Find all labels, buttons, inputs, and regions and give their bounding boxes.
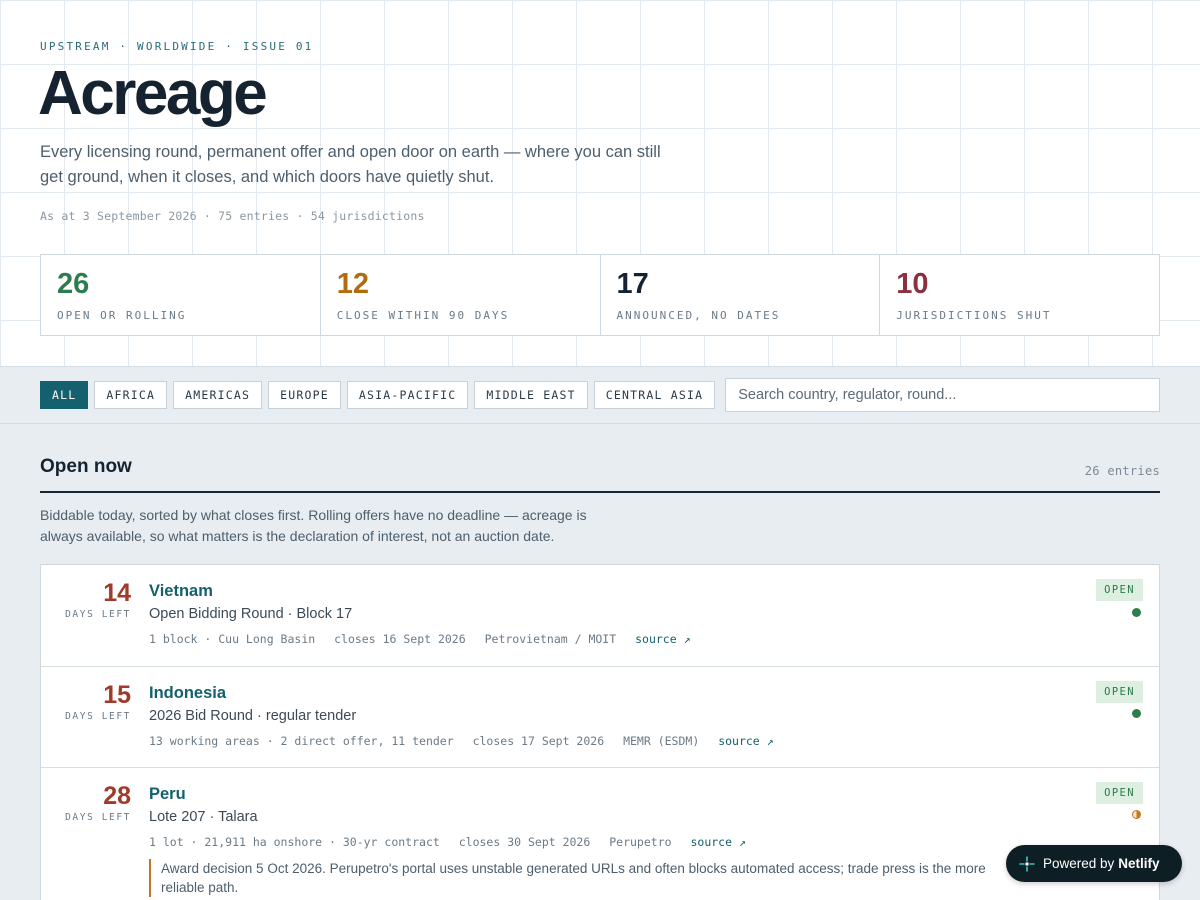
netlify-badge[interactable]: Powered by Netlify: [1006, 845, 1182, 882]
page-lede: Every licensing round, permanent offer a…: [40, 143, 661, 186]
status-dot-icon: [1132, 608, 1141, 617]
status-badge: OPEN: [1096, 782, 1143, 804]
filter-chip-middle-east[interactable]: MIDDLE EAST: [474, 381, 588, 409]
filter-chip-asia-pacific[interactable]: ASIA-PACIFIC: [346, 381, 469, 409]
entry-meta: 1 lot · 21,911 ha onshore · 30-yr contra…: [149, 835, 1143, 849]
days-unit: DAYS LEFT: [65, 609, 131, 620]
entry-body: Indonesia 2026 Bid Round · regular tende…: [149, 682, 1143, 748]
entry-round: Open Bidding Round · Block 17: [149, 606, 353, 622]
netlify-prefix: Powered by: [1043, 856, 1115, 871]
stat-announced: 17 ANNOUNCED, NO DATES: [601, 255, 881, 335]
days-left: 15 DAYS LEFT: [41, 681, 131, 722]
page-title: Acreage: [38, 59, 268, 128]
days-unit: DAYS LEFT: [65, 812, 131, 823]
section-description: Biddable today, sorted by what closes fi…: [40, 507, 587, 544]
stat-label: ANNOUNCED, NO DATES: [616, 309, 781, 322]
entries-list: 14 DAYS LEFT Vietnam Open Bidding Round …: [40, 564, 1160, 900]
filter-chip-central-asia[interactable]: CENTRAL ASIA: [593, 381, 716, 409]
entry-note: Award decision 5 Oct 2026. Perupetro's p…: [149, 859, 1029, 897]
hero-header: UPSTREAM · WORLDWIDE · ISSUE 01 Acreage …: [0, 0, 1200, 367]
entry-lots: 1 lot · 21,911 ha onshore · 30-yr contra…: [149, 835, 440, 849]
section-count: 26 entries: [1084, 464, 1160, 478]
source-link[interactable]: source ↗: [690, 835, 745, 849]
entry-country[interactable]: Vietnam: [149, 580, 1143, 602]
stat-value: 17: [616, 268, 649, 300]
half-status-dot-icon: [1132, 810, 1141, 819]
search-input[interactable]: [725, 378, 1160, 412]
filter-chip-americas[interactable]: AMERICAS: [173, 381, 263, 409]
list-item[interactable]: 14 DAYS LEFT Vietnam Open Bidding Round …: [41, 565, 1159, 667]
days-number: 15: [103, 681, 131, 709]
entry-round: 2026 Bid Round · regular tender: [149, 708, 357, 724]
entry-meta: 1 block · Cuu Long Basin closes 16 Sept …: [149, 632, 1143, 646]
stat-value: 26: [57, 268, 90, 300]
stat-label: JURISDICTIONS SHUT: [896, 309, 1052, 322]
days-left: 14 DAYS LEFT: [41, 579, 131, 620]
days-left: 28 DAYS LEFT: [41, 782, 131, 823]
list-item[interactable]: 28 DAYS LEFT Peru Lote 207 · Talara 1 lo…: [41, 768, 1159, 900]
filter-chip-africa[interactable]: AFRICA: [94, 381, 168, 409]
netlify-brand: Netlify: [1118, 856, 1160, 871]
entry-close-date: closes 30 Sept 2026: [458, 835, 591, 849]
list-item[interactable]: 15 DAYS LEFT Indonesia 2026 Bid Round · …: [41, 667, 1159, 768]
entry-meta: 13 working areas · 2 direct offer, 11 te…: [149, 734, 1143, 748]
days-number: 14: [103, 579, 131, 607]
entry-country[interactable]: Peru: [149, 783, 1143, 805]
stat-shut: 10 JURISDICTIONS SHUT: [880, 255, 1159, 335]
section-header: Open now 26 entries: [40, 456, 1160, 493]
stats-strip: 26 OPEN OR ROLLING 12 CLOSE WITHIN 90 DA…: [40, 254, 1160, 336]
entry-regulator: MEMR (ESDM): [623, 734, 700, 748]
source-link[interactable]: source ↗: [718, 734, 773, 748]
entry-close-date: closes 17 Sept 2026: [472, 734, 605, 748]
filter-chip-all[interactable]: ALL: [40, 381, 89, 409]
filter-chip-europe[interactable]: EUROPE: [268, 381, 341, 409]
entry-lots: 1 block · Cuu Long Basin: [149, 632, 316, 646]
section-title: Open now: [40, 456, 132, 477]
entry-lots: 13 working areas · 2 direct offer, 11 te…: [149, 734, 454, 748]
netlify-logo-icon: [1019, 855, 1035, 872]
entry-body: Peru Lote 207 · Talara 1 lot · 21,911 ha…: [149, 783, 1143, 897]
days-unit: DAYS LEFT: [65, 711, 131, 722]
entry-round: Lote 207 · Talara: [149, 809, 258, 825]
stat-value: 10: [896, 268, 929, 300]
entry-regulator: Petrovietnam / MOIT: [484, 632, 617, 646]
entry-body: Vietnam Open Bidding Round · Block 17 1 …: [149, 580, 1143, 646]
status-badge: OPEN: [1096, 579, 1143, 601]
status-badge: OPEN: [1096, 681, 1143, 703]
stat-value: 12: [336, 268, 370, 300]
divider: [0, 423, 1200, 424]
region-filter-bar: ALL AFRICA AMERICAS EUROPE ASIA-PACIFIC …: [40, 378, 1160, 412]
as-at-line: As at 3 September 2026 · 75 entries · 54…: [40, 209, 425, 223]
status-dot-icon: [1132, 709, 1141, 718]
days-number: 28: [103, 782, 131, 810]
entry-close-date: closes 16 Sept 2026: [334, 632, 466, 646]
entry-regulator: Perupetro: [609, 835, 672, 849]
entry-country[interactable]: Indonesia: [149, 682, 1143, 704]
stat-label: CLOSE WITHIN 90 DAYS: [336, 309, 510, 322]
stat-label: OPEN OR ROLLING: [57, 309, 187, 322]
stat-open: 26 OPEN OR ROLLING: [41, 255, 321, 335]
stat-closing: 12 CLOSE WITHIN 90 DAYS: [321, 255, 601, 335]
issue-kicker: UPSTREAM · WORLDWIDE · ISSUE 01: [40, 40, 314, 53]
source-link[interactable]: source ↗: [635, 632, 690, 646]
